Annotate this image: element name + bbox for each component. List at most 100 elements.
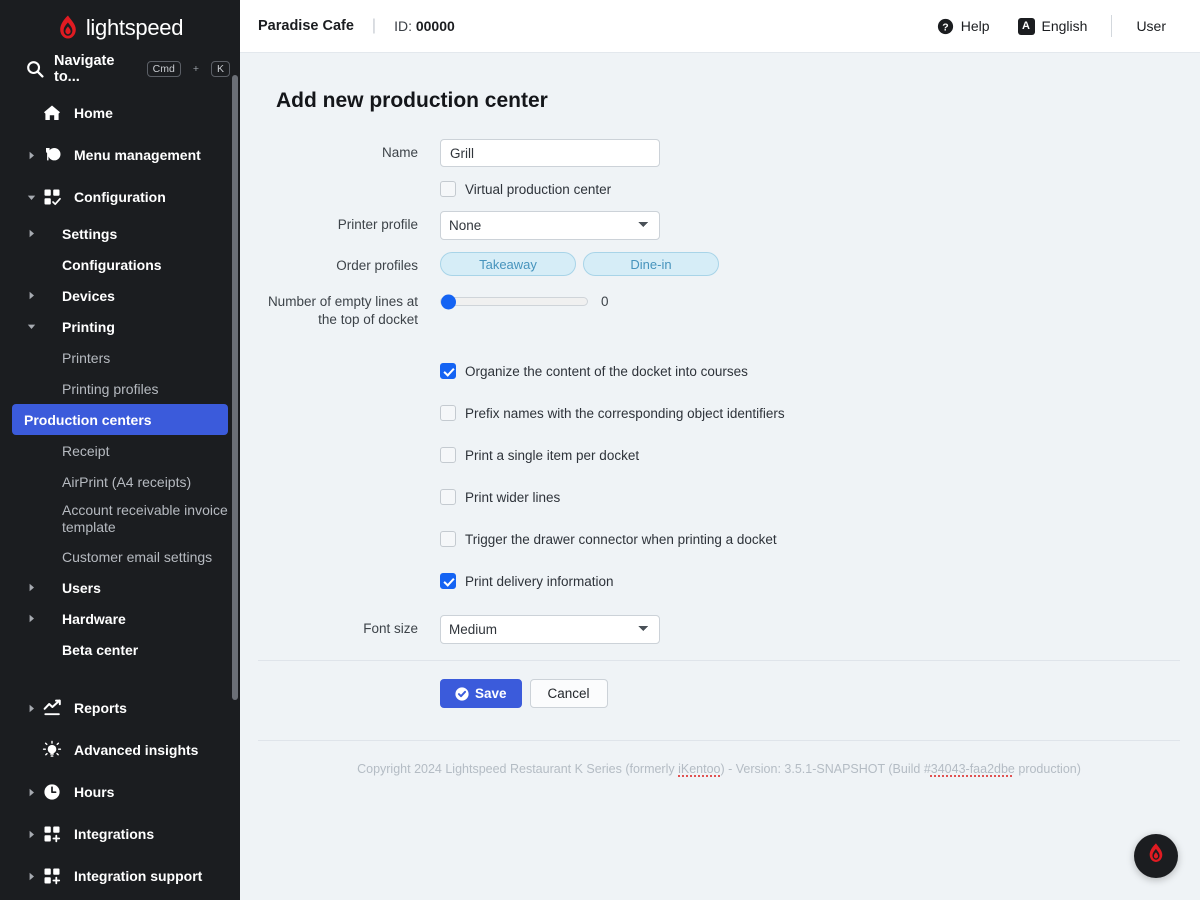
form-actions: Save Cancel xyxy=(258,661,1180,708)
sidebar-item-home[interactable]: Home xyxy=(0,92,240,134)
sidebar-item-advanced-insights[interactable]: Advanced insights xyxy=(0,729,240,771)
venue-id-value: 00000 xyxy=(415,18,455,34)
virtual-production-center-checkbox[interactable] xyxy=(440,181,456,197)
footer-build-hash: 34043-faa2dbe xyxy=(930,762,1015,776)
footer-ikentoo: iKentoo xyxy=(678,762,721,776)
page-content: Add new production center Name Virtual p… xyxy=(240,53,1200,900)
sidebar-item-configurations[interactable]: Configurations xyxy=(0,249,240,280)
checkbox-row-prefix-names-with-the-corresponding-object[interactable]: Prefix names with the corresponding obje… xyxy=(440,403,1180,423)
cancel-button[interactable]: Cancel xyxy=(529,679,608,708)
checkbox-label: Trigger the drawer connector when printi… xyxy=(465,531,777,547)
printer-profile-label: Printer profile xyxy=(337,217,418,232)
sidebar-item-hardware[interactable]: Hardware xyxy=(0,603,240,634)
name-input[interactable] xyxy=(440,139,660,167)
chevron-right-icon[interactable] xyxy=(24,291,38,300)
sidebar-item-receipt[interactable]: Receipt xyxy=(0,435,240,466)
grid-check-icon xyxy=(42,187,62,207)
checkbox-row-organize-the-content-of-the-docket-into-co[interactable]: Organize the content of the docket into … xyxy=(440,361,1180,381)
footer-part1: Copyright 2024 Lightspeed Restaurant K S… xyxy=(357,762,679,776)
checkbox-print-wider-lines[interactable] xyxy=(440,489,456,505)
topbar-actions: ? Help A English User xyxy=(923,15,1180,37)
chevron-right-icon[interactable] xyxy=(24,583,38,592)
check-circle-icon xyxy=(455,686,469,701)
sidebar-item-beta-center[interactable]: Beta center xyxy=(0,634,240,665)
sidebar-scrollbar[interactable] xyxy=(232,75,238,700)
field-row-virtual-pc: Virtual production center xyxy=(258,179,1180,199)
empty-lines-label-line1: Number of empty lines at xyxy=(267,294,418,309)
chevron-right-icon[interactable] xyxy=(24,830,38,839)
sidebar-item-hours[interactable]: Hours xyxy=(0,771,240,813)
sidebar-item-devices[interactable]: Devices xyxy=(0,280,240,311)
main-area: Paradise Cafe | ID: 00000 ? Help A Engli… xyxy=(240,0,1200,900)
sidebar-item-label: Settings xyxy=(62,225,118,242)
translate-icon: A xyxy=(1017,17,1035,35)
checkbox-print-a-single-item-per-docket[interactable] xyxy=(440,447,456,463)
sidebar-item-label: Configurations xyxy=(62,256,162,273)
sidebar-item-menu-management[interactable]: Menu management xyxy=(0,134,240,176)
sidebar-item-account-receivable-invoice-template[interactable]: Account receivable invoice template xyxy=(0,497,240,541)
sidebar-item-label: Printing xyxy=(62,318,115,335)
chevron-right-icon[interactable] xyxy=(24,229,38,238)
help-button[interactable]: ? Help xyxy=(923,18,1004,35)
font-size-select[interactable]: SmallMediumLarge xyxy=(440,615,660,644)
field-row-order-profiles: Order profiles Takeaway Dine-in xyxy=(258,252,1180,276)
virtual-production-center-checkbox-row[interactable]: Virtual production center xyxy=(440,179,1180,199)
app-root: lightspeed Navigate to... Cmd + K Home Me… xyxy=(0,0,1200,900)
sidebar-item-label: Reports xyxy=(74,700,127,716)
sidebar-item-configuration[interactable]: Configuration xyxy=(0,176,240,218)
brand-logo[interactable]: lightspeed xyxy=(0,0,240,52)
topbar-divider xyxy=(1111,15,1113,37)
checkbox-row-print-delivery-information[interactable]: Print delivery information xyxy=(440,571,1180,591)
sidebar-item-customer-email-settings[interactable]: Customer email settings xyxy=(0,541,240,572)
field-row-font-size: Font size SmallMediumLarge xyxy=(258,615,1180,644)
checkbox-print-delivery-information[interactable] xyxy=(440,573,456,589)
field-row-name: Name xyxy=(258,139,1180,167)
sidebar-item-printing[interactable]: Printing xyxy=(0,311,240,342)
checkbox-row-print-wider-lines[interactable]: Print wider lines xyxy=(440,487,1180,507)
footer-copyright: Copyright 2024 Lightspeed Restaurant K S… xyxy=(258,740,1180,776)
chevron-right-icon[interactable] xyxy=(24,704,38,713)
sidebar-item-integrations[interactable]: Integrations xyxy=(0,813,240,855)
kbd-plus: + xyxy=(192,63,199,75)
sidebar-item-label: Printing profiles xyxy=(62,380,159,397)
order-profile-pill-takeaway[interactable]: Takeaway xyxy=(440,252,576,276)
sidebar-item-reports[interactable]: Reports xyxy=(0,687,240,729)
chevron-right-icon[interactable] xyxy=(24,872,38,881)
checkbox-trigger-the-drawer-connector-when-printing[interactable] xyxy=(440,531,456,547)
kbd-k: K xyxy=(210,60,230,78)
checkbox-organize-the-content-of-the-docket-into-co[interactable] xyxy=(440,363,456,379)
checkbox-prefix-names-with-the-corresponding-object[interactable] xyxy=(440,405,456,421)
chevron-right-icon[interactable] xyxy=(24,151,38,160)
sidebar-item-users[interactable]: Users xyxy=(0,572,240,603)
sidebar-item-production-centers[interactable]: Production centers xyxy=(12,404,228,435)
venue-id-label: ID: xyxy=(394,18,412,34)
chevron-down-icon[interactable] xyxy=(24,193,38,202)
sidebar-item-label: Production centers xyxy=(24,411,152,428)
support-widget-button[interactable] xyxy=(1134,834,1178,878)
kbd-cmd: Cmd xyxy=(146,60,181,78)
sidebar-item-printing-profiles[interactable]: Printing profiles xyxy=(0,373,240,404)
flame-icon xyxy=(57,15,79,41)
navigate-to-search[interactable]: Navigate to... Cmd + K xyxy=(0,52,240,86)
sidebar-item-settings[interactable]: Settings xyxy=(0,218,240,249)
chevron-right-icon[interactable] xyxy=(24,788,38,797)
chevron-down-icon[interactable] xyxy=(24,322,38,331)
save-button-label: Save xyxy=(475,686,507,701)
checkbox-row-print-a-single-item-per-docket[interactable]: Print a single item per docket xyxy=(440,445,1180,465)
slider-thumb[interactable] xyxy=(441,294,456,309)
user-menu-button[interactable]: User xyxy=(1122,18,1180,34)
chevron-right-icon[interactable] xyxy=(24,614,38,623)
empty-lines-slider[interactable] xyxy=(440,294,588,309)
order-profile-pill-dine-in[interactable]: Dine-in xyxy=(583,252,719,276)
checkbox-row-trigger-the-drawer-connector-when-printing[interactable]: Trigger the drawer connector when printi… xyxy=(440,529,1180,549)
language-button[interactable]: A English xyxy=(1004,17,1102,35)
sidebar-item-airprint-a4-receipts[interactable]: AirPrint (A4 receipts) xyxy=(0,466,240,497)
printer-profile-select[interactable]: None xyxy=(440,211,660,240)
save-button[interactable]: Save xyxy=(440,679,522,708)
sidebar-item-integration-support[interactable]: Integration support xyxy=(0,855,240,897)
checkbox-label: Print delivery information xyxy=(465,573,614,589)
sidebar: lightspeed Navigate to... Cmd + K Home Me… xyxy=(0,0,240,900)
order-profiles-label: Order profiles xyxy=(336,258,418,273)
sidebar-item-label: Configuration xyxy=(74,189,166,205)
sidebar-item-printers[interactable]: Printers xyxy=(0,342,240,373)
